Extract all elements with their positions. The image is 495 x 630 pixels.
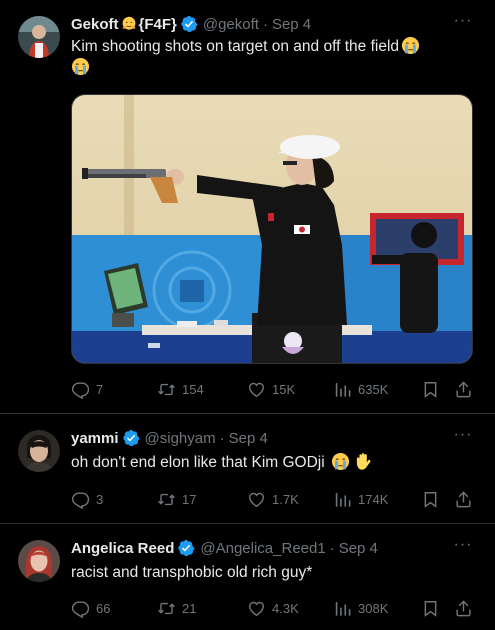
reply-button[interactable]: 66 bbox=[71, 597, 110, 619]
separator-dot: · bbox=[262, 15, 268, 33]
reply-count: 7 bbox=[96, 381, 104, 397]
tweet-actions: 7 154 15K 635K bbox=[71, 378, 475, 400]
share-icon bbox=[454, 599, 473, 618]
crying-face-icon bbox=[331, 452, 350, 471]
retweet-button[interactable]: 154 bbox=[157, 378, 204, 400]
avatar-angelica-reed[interactable] bbox=[18, 540, 60, 582]
bookmark-icon bbox=[421, 380, 440, 399]
separator-dot: · bbox=[219, 429, 225, 447]
avatar-gekoft[interactable] bbox=[18, 16, 60, 58]
bookmark-button[interactable] bbox=[421, 597, 446, 619]
tweet-header: Gekoft {F4F} @gekoft · Sep 4 bbox=[71, 13, 311, 35]
crying-face-icon bbox=[401, 36, 420, 55]
like-icon bbox=[247, 490, 266, 509]
tweet-text-content: racist and transphobic old rich guy* bbox=[71, 564, 313, 581]
verified-badge-icon bbox=[180, 15, 198, 33]
views-button[interactable]: 635K bbox=[333, 378, 388, 400]
views-count: 174K bbox=[358, 491, 389, 507]
display-name[interactable]: Gekoft bbox=[71, 16, 119, 33]
share-icon bbox=[454, 490, 473, 509]
like-button[interactable]: 15K bbox=[247, 378, 295, 400]
share-button[interactable] bbox=[454, 378, 479, 400]
views-icon bbox=[333, 599, 352, 618]
tweet-actions: 3 17 1.7K 174K bbox=[71, 488, 475, 510]
views-button[interactable]: 308K bbox=[333, 597, 388, 619]
retweet-icon bbox=[157, 380, 176, 399]
retweet-button[interactable]: 21 bbox=[157, 597, 196, 619]
tweet-text-content: Kim shooting shots on target on and off … bbox=[71, 38, 400, 55]
verified-badge-icon bbox=[122, 429, 140, 447]
reply-button[interactable]: 7 bbox=[71, 378, 103, 400]
like-icon bbox=[247, 380, 266, 399]
tweet-actions: 66 21 4.3K 308K bbox=[71, 597, 475, 619]
retweet-button[interactable]: 17 bbox=[157, 488, 196, 510]
tweet-media-photo[interactable] bbox=[71, 94, 473, 364]
retweet-count: 154 bbox=[182, 381, 204, 397]
like-count: 15K bbox=[272, 381, 296, 397]
like-button[interactable]: 4.3K bbox=[247, 597, 299, 619]
tweet-text-content: oh don't end elon like that Kim GODji bbox=[71, 454, 325, 471]
share-button[interactable] bbox=[454, 488, 479, 510]
share-icon bbox=[454, 380, 473, 399]
views-icon bbox=[333, 490, 352, 509]
views-count: 635K bbox=[358, 381, 389, 397]
like-count: 1.7K bbox=[272, 491, 299, 507]
retweet-icon bbox=[157, 599, 176, 618]
timestamp[interactable]: Sep 4 bbox=[339, 540, 378, 557]
views-count: 308K bbox=[358, 600, 389, 616]
avatar-yammi[interactable] bbox=[18, 430, 60, 472]
bookmark-button[interactable] bbox=[421, 378, 446, 400]
tweet-header: Angelica Reed @Angelica_Reed1 · Sep 4 bbox=[71, 537, 378, 559]
crying-face-icon bbox=[71, 57, 90, 76]
display-name[interactable]: Angelica Reed bbox=[71, 540, 174, 557]
like-count: 4.3K bbox=[272, 600, 299, 616]
timestamp[interactable]: Sep 4 bbox=[272, 16, 311, 33]
reply-count: 66 bbox=[96, 600, 111, 616]
timestamp[interactable]: Sep 4 bbox=[229, 430, 268, 447]
tweet-1[interactable]: Gekoft {F4F} @gekoft · Sep 4 ··· Kim sho… bbox=[0, 0, 495, 412]
tweet-text: oh don't end elon like that Kim GODji bbox=[71, 452, 465, 473]
reply-icon bbox=[71, 380, 90, 399]
share-button[interactable] bbox=[454, 597, 479, 619]
tweet-3[interactable]: Angelica Reed @Angelica_Reed1 · Sep 4 ··… bbox=[0, 524, 495, 630]
bookmark-icon bbox=[421, 599, 440, 618]
views-icon bbox=[333, 380, 352, 399]
bookmark-button[interactable] bbox=[421, 488, 446, 510]
separator-dot: · bbox=[329, 539, 335, 557]
reply-icon bbox=[71, 490, 90, 509]
tweet-header: yammi @sighyam · Sep 4 bbox=[71, 427, 268, 449]
retweet-count: 17 bbox=[182, 491, 197, 507]
more-icon[interactable]: ··· bbox=[453, 427, 473, 448]
retweet-count: 21 bbox=[182, 600, 197, 616]
display-name-suffix[interactable]: {F4F} bbox=[139, 16, 177, 33]
user-handle[interactable]: @Angelica_Reed1 bbox=[200, 540, 325, 557]
reply-count: 3 bbox=[96, 491, 104, 507]
shooter-photo-image bbox=[72, 95, 472, 363]
views-button[interactable]: 174K bbox=[333, 488, 388, 510]
more-icon[interactable]: ··· bbox=[453, 13, 473, 34]
like-icon bbox=[247, 599, 266, 618]
reply-button[interactable]: 3 bbox=[71, 488, 103, 510]
verified-badge-icon bbox=[177, 539, 195, 557]
tweet-text: Kim shooting shots on target on and off … bbox=[71, 36, 465, 78]
bookmark-icon bbox=[421, 490, 440, 509]
tweet-2[interactable]: yammi @sighyam · Sep 4 ··· oh don't end … bbox=[0, 414, 495, 522]
shrug-emoji-icon bbox=[121, 16, 137, 32]
retweet-icon bbox=[157, 490, 176, 509]
reply-icon bbox=[71, 599, 90, 618]
user-handle[interactable]: @sighyam bbox=[145, 430, 216, 447]
more-icon[interactable]: ··· bbox=[453, 537, 473, 558]
display-name[interactable]: yammi bbox=[71, 430, 119, 447]
user-handle[interactable]: @gekoft bbox=[203, 16, 259, 33]
raised-hand-icon bbox=[354, 452, 373, 471]
like-button[interactable]: 1.7K bbox=[247, 488, 299, 510]
tweet-text: racist and transphobic old rich guy* bbox=[71, 562, 465, 583]
